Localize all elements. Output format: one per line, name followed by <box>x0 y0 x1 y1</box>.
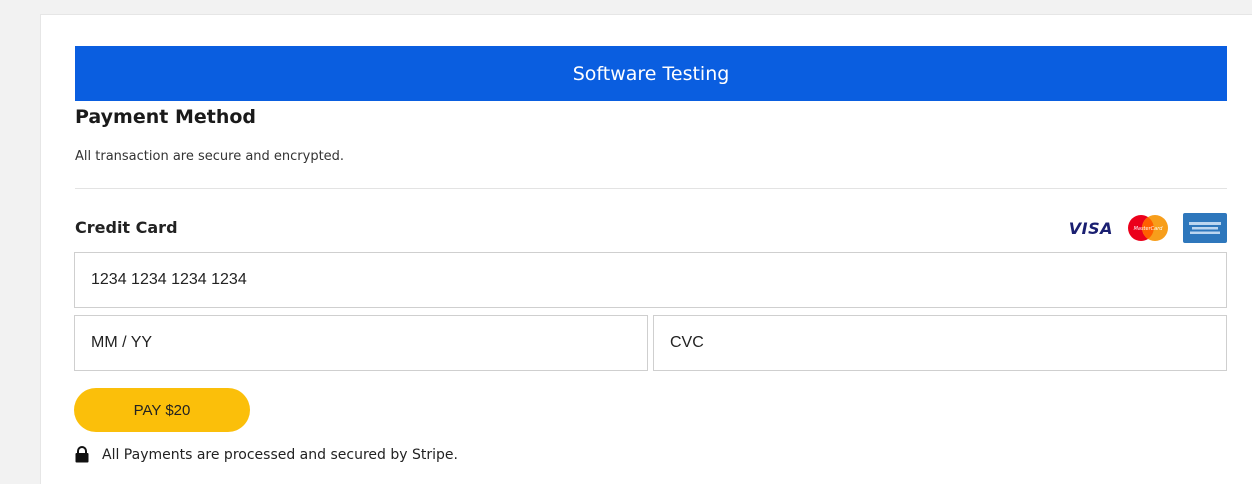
cvc-input[interactable]: CVC <box>653 315 1227 371</box>
product-banner: Software Testing <box>75 46 1227 101</box>
banner-title: Software Testing <box>572 62 730 85</box>
expiry-date-input[interactable]: MM / YY <box>74 315 648 371</box>
security-note: All Payments are processed and secured b… <box>74 446 458 463</box>
visa-icon: VISA <box>1068 218 1113 238</box>
credit-card-label: Credit Card <box>75 218 178 237</box>
divider <box>75 188 1227 189</box>
lock-icon <box>75 446 89 463</box>
card-number-placeholder: 1234 1234 1234 1234 <box>91 271 247 288</box>
pay-button[interactable]: PAY $20 <box>74 388 250 432</box>
amex-icon <box>1183 213 1227 243</box>
security-note-text: All Payments are processed and secured b… <box>102 446 458 463</box>
svg-text:MasterCard: MasterCard <box>1134 226 1164 232</box>
card-number-input[interactable]: 1234 1234 1234 1234 <box>74 252 1227 308</box>
mastercard-icon: MasterCard <box>1128 215 1168 241</box>
payment-method-subtitle: All transaction are secure and encrypted… <box>75 149 345 164</box>
payment-method-title: Payment Method <box>75 106 257 128</box>
cvc-placeholder: CVC <box>670 334 704 351</box>
card-brands: VISA MasterCard <box>1069 213 1227 243</box>
expiry-placeholder: MM / YY <box>91 334 153 351</box>
